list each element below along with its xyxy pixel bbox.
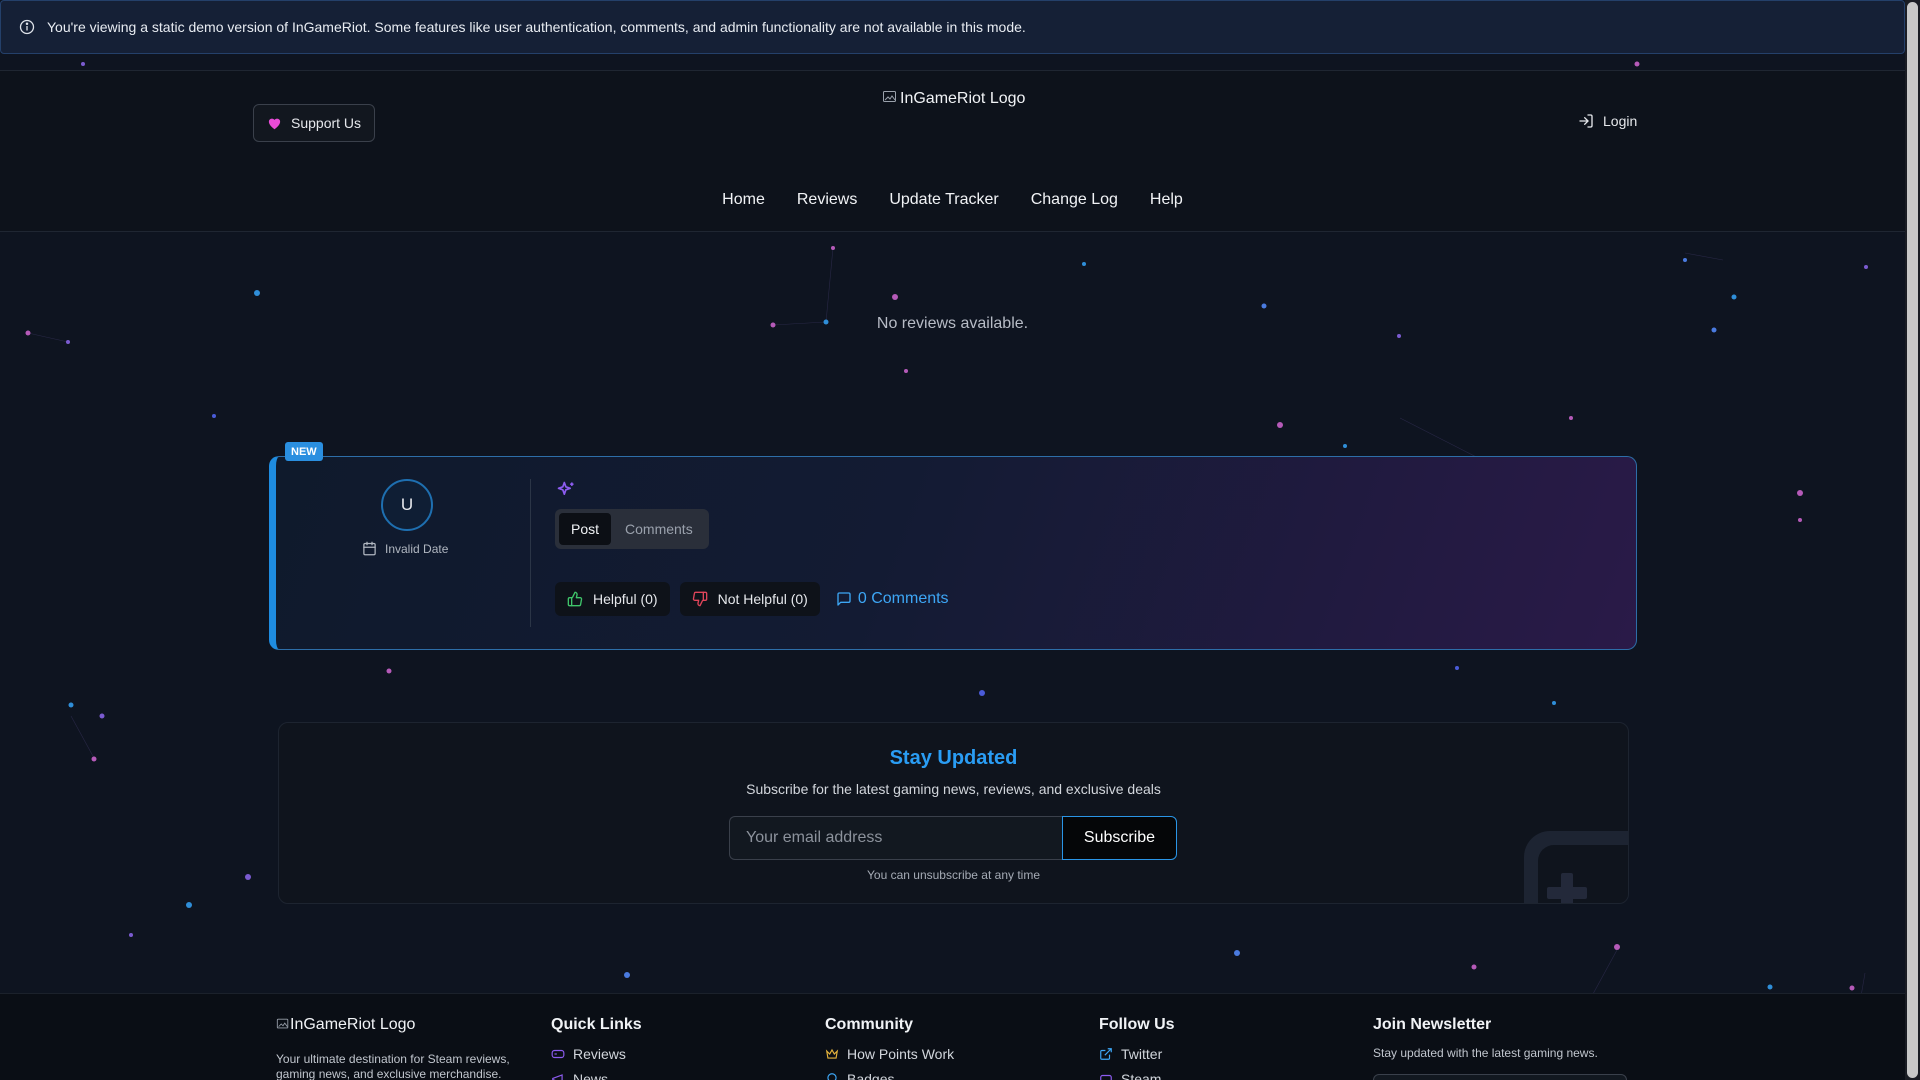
helpful-label: Helpful (0) [593,591,658,607]
review-date: Invalid Date [362,541,448,556]
footer-link-how-points-work[interactable]: How Points Work [825,1046,954,1062]
site-logo[interactable]: InGameRiot Logo [882,89,1025,108]
heart-icon [268,118,281,130]
review-tabs: Post Comments [555,509,709,549]
footer-brand: InGameRiot Logo Your ultimate destinatio… [276,1016,521,1080]
nav-reviews[interactable]: Reviews [781,191,873,209]
newsletter-title: Stay Updated [889,747,1018,769]
footer-heading: Join Newsletter [1373,1016,1492,1033]
login-label: Login [1603,113,1638,129]
review-actions: Helpful (0) Not Helpful (0) 0 Comments [555,582,949,616]
thumbs-down-icon [692,591,707,607]
gamepad-icon [1524,831,1628,903]
empty-reviews-message: No reviews available. [876,315,1029,332]
main-navigation: Home Reviews Update Tracker Change Log H… [0,191,1905,209]
site-footer: InGameRiot Logo Your ultimate destinatio… [0,993,1905,1080]
broken-image-icon [883,91,896,102]
footer-description: Your ultimate destination for Steam revi… [276,1052,510,1080]
new-badge: NEW [285,442,323,461]
megaphone-icon [552,1074,563,1080]
review-date-text: Invalid Date [385,541,449,556]
nav-home[interactable]: Home [706,191,781,209]
unsubscribe-note: You can unsubscribe at any time [867,868,1040,882]
tab-comments[interactable]: Comments [613,513,705,545]
footer-link-label: News [573,1071,609,1080]
site-header: Support Us InGameRiot Logo Login Home Re… [0,70,1905,232]
review-card: U Invalid Date Post Comments Helpful (0)… [269,456,1637,650]
login-icon [1579,114,1593,128]
footer-community: Community How Points Work Badges [825,1016,954,1080]
footer-link-steam[interactable]: Steam [1099,1071,1175,1080]
avatar: U [381,479,433,531]
email-field[interactable] [729,816,1062,860]
footer-logo[interactable]: InGameRiot Logo [276,1016,521,1034]
footer-newsletter: Join Newsletter Stay updated with the la… [1373,1016,1627,1080]
newsletter-form: Subscribe [729,816,1177,860]
nav-update-tracker[interactable]: Update Tracker [873,191,1014,209]
footer-follow: Follow Us Twitter Steam [1099,1016,1175,1080]
newsletter-subtitle: Subscribe for the latest gaming news, re… [746,781,1161,797]
footer-logo-alt: InGameRiot Logo [290,1016,416,1033]
comments-link[interactable]: 0 Comments [836,590,949,608]
scrollbar-thumb[interactable] [1907,2,1918,1078]
thumbs-up-icon [567,591,583,607]
footer-link-news[interactable]: News [551,1071,642,1080]
steam-icon [1100,1074,1112,1080]
footer-heading: Quick Links [551,1016,642,1033]
footer-link-label: How Points Work [847,1046,955,1062]
card-divider [530,479,531,627]
newsletter-section: Stay Updated Subscribe for the latest ga… [278,722,1629,904]
nav-help[interactable]: Help [1134,191,1199,209]
subscribe-button[interactable]: Subscribe [1062,816,1177,860]
sparkles-icon [557,481,574,495]
footer-link-label: Twitter [1121,1046,1163,1062]
footer-heading: Community [825,1016,913,1033]
helpful-button[interactable]: Helpful (0) [555,582,670,616]
demo-notice-banner: You're viewing a static demo version of … [0,0,1905,54]
footer-link-label: Steam [1121,1071,1162,1080]
support-us-label: Support Us [291,115,362,131]
calendar-icon [363,541,376,556]
footer-link-label: Badges [847,1071,895,1080]
footer-email-field[interactable] [1373,1074,1627,1080]
broken-image-icon [276,1018,289,1029]
login-button[interactable]: Login [1578,113,1637,129]
tab-post[interactable]: Post [559,513,612,545]
footer-link-badges[interactable]: Badges [825,1071,954,1080]
site-logo-alt: InGameRiot Logo [900,90,1026,107]
demo-notice-text: You're viewing a static demo version of … [47,19,1026,35]
footer-link-twitter[interactable]: Twitter [1099,1046,1175,1062]
footer-heading: Follow Us [1099,1016,1175,1033]
not-helpful-button[interactable]: Not Helpful (0) [679,582,820,616]
info-icon [19,19,35,35]
external-link-icon [1100,1048,1112,1060]
comments-count: 0 Comments [857,590,949,607]
footer-link-label: Reviews [573,1046,626,1062]
crown-icon [825,1048,839,1059]
footer-newsletter-description: Stay updated with the latest gaming news… [1373,1046,1598,1060]
nav-change-log[interactable]: Change Log [1015,191,1134,209]
gamepad-icon [551,1049,565,1059]
footer-link-reviews[interactable]: Reviews [551,1046,642,1062]
page-scrollbar[interactable] [1905,0,1920,1080]
badge-icon [827,1073,837,1080]
footer-quick-links: Quick Links Reviews News [551,1016,642,1080]
not-helpful-label: Not Helpful (0) [717,591,808,607]
support-us-button[interactable]: Support Us [253,104,376,142]
message-icon [837,592,851,606]
